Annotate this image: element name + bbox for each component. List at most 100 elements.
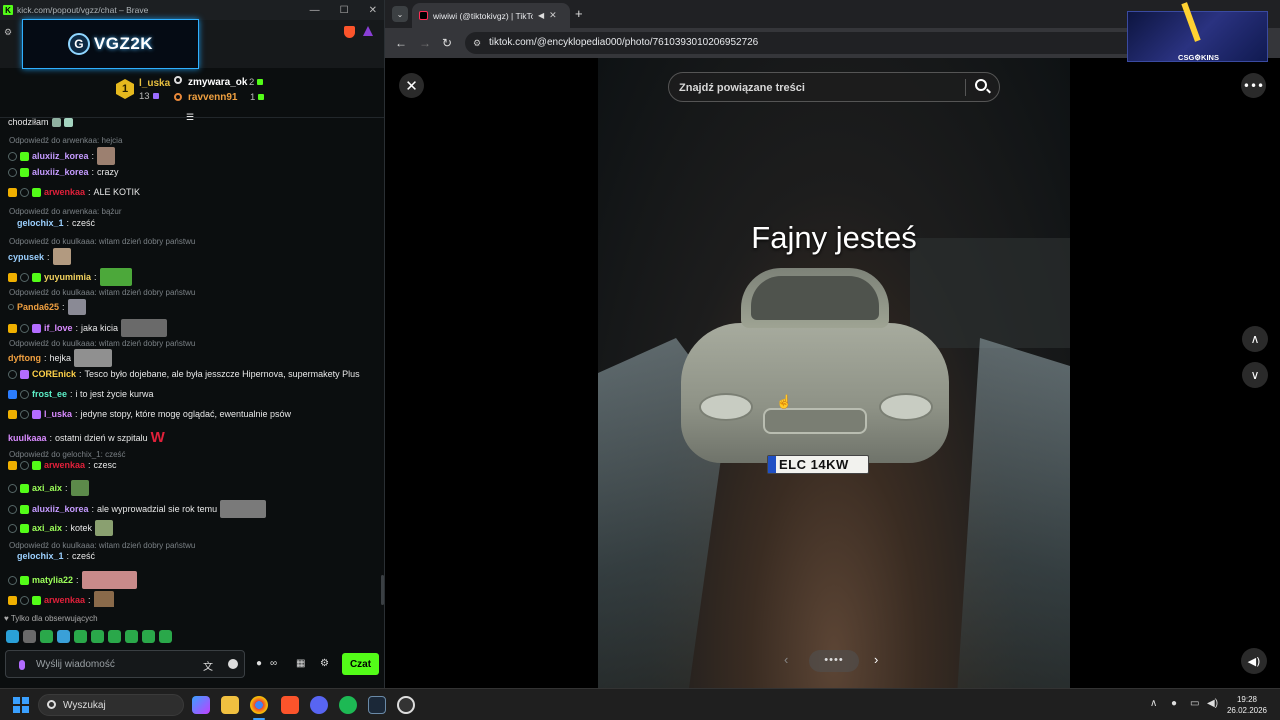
back-icon[interactable]: ← (395, 36, 407, 50)
minimize-icon[interactable]: — (310, 5, 320, 16)
emote-button[interactable] (6, 630, 19, 643)
photo-slide[interactable]: ELC 14KW Fajny jesteś ☝ ‹ •••• › (598, 58, 1070, 688)
username[interactable]: matylia22 (32, 575, 73, 585)
next-slide-icon[interactable]: › (874, 652, 878, 667)
leaderboard-first-name[interactable]: l_uska (139, 78, 170, 89)
brave-icon[interactable] (281, 696, 299, 714)
system-clock[interactable]: 19:28 26.02.2026 (1222, 694, 1272, 716)
username[interactable]: frost_ee (32, 389, 67, 399)
site-settings-icon[interactable]: ⚙ (4, 27, 12, 38)
emote-button[interactable] (74, 630, 87, 643)
copilot-icon[interactable] (192, 696, 210, 714)
taskbar-search[interactable]: Wyszukaj (38, 694, 184, 716)
close-icon[interactable]: ✕ (369, 5, 377, 16)
discord-icon[interactable] (310, 696, 328, 714)
audio-playing-icon[interactable]: ◀ (538, 11, 544, 20)
brave-rewards-icon[interactable] (363, 26, 373, 36)
username[interactable]: arwenkaa (44, 187, 85, 197)
crown-badge-icon (8, 272, 17, 282)
site-info-icon[interactable]: ⚙ (473, 38, 481, 49)
rank-badge: 1 (116, 79, 134, 99)
emote-button[interactable] (159, 630, 172, 643)
chat-message: gelochix_1: cześć (17, 551, 96, 561)
emote-button[interactable] (57, 630, 70, 643)
volume-button[interactable]: ◀) (1241, 648, 1267, 674)
brave-shield-icon[interactable] (344, 26, 355, 38)
emote (81, 571, 137, 589)
username[interactable]: aluxiiz_korea (32, 151, 89, 161)
emote-button[interactable] (125, 630, 138, 643)
username[interactable]: arwenkaa (44, 595, 85, 605)
previous-slide-icon[interactable]: ‹ (784, 652, 788, 667)
volume-tray-icon[interactable]: ◀) (1207, 698, 1218, 709)
microphone-tray-icon[interactable]: ● (1171, 698, 1177, 709)
chat-message: yuyumimia: (8, 268, 132, 286)
username[interactable]: dyftong (8, 353, 41, 363)
username[interactable]: yuyumimia (44, 272, 91, 282)
infinity-icon[interactable]: ∞ (270, 658, 277, 669)
spotify-icon[interactable] (339, 696, 357, 714)
emote-button[interactable] (142, 630, 155, 643)
omnibox[interactable]: ⚙ tiktok.com/@encyklopedia000/photo/7610… (465, 32, 1205, 54)
crown-badge-icon (8, 187, 17, 197)
obs-icon[interactable] (397, 696, 415, 714)
emote-button[interactable] (108, 630, 121, 643)
windows-start-icon[interactable] (13, 697, 29, 713)
store-icon[interactable]: ▦ (296, 658, 305, 669)
crown-badge-icon (8, 409, 17, 419)
username[interactable]: if_love (44, 323, 73, 333)
emoji-picker-icon[interactable] (228, 659, 238, 669)
user-badge-icon (20, 272, 29, 282)
new-tab-icon[interactable]: + (575, 6, 583, 21)
user-badge-icon (8, 304, 14, 310)
leaderboard-third-name[interactable]: ravvenn91 (188, 92, 237, 103)
related-search-input[interactable] (679, 79, 959, 96)
username[interactable]: Panda625 (17, 302, 59, 312)
username[interactable]: arwenkaa (44, 460, 85, 470)
close-viewer-button[interactable]: ✕ (399, 73, 424, 98)
chat-scrollbar[interactable] (381, 575, 384, 605)
url-text[interactable]: tiktok.com/@encyklopedia000/photo/761039… (489, 37, 758, 48)
steam-icon[interactable] (368, 696, 386, 714)
chrome-icon[interactable] (250, 696, 268, 714)
next-post-button[interactable]: ∨ (1242, 362, 1268, 388)
emote-button[interactable] (23, 630, 36, 643)
username[interactable]: axi_aix (32, 523, 62, 533)
file-explorer-icon[interactable] (221, 696, 239, 714)
translate-icon[interactable]: 文 (203, 658, 213, 673)
network-icon[interactable]: ▭ (1190, 698, 1199, 709)
previous-post-button[interactable]: ∧ (1242, 326, 1268, 352)
channel-points-icon[interactable]: ● (256, 658, 262, 669)
tab-tiktok[interactable]: wiwiwi (@tiktokivgz) | TikTok ◀ ✕ (412, 3, 570, 28)
username[interactable]: l_uska (44, 409, 72, 419)
maximize-icon[interactable]: ☐ (340, 5, 349, 16)
username[interactable]: axi_aix (32, 483, 62, 493)
emote-button[interactable] (91, 630, 104, 643)
more-options-button[interactable]: ••• (1241, 73, 1266, 98)
username[interactable]: gelochix_1 (17, 218, 64, 228)
followers-only-notice: ♥ Tylko dla obserwujących (4, 614, 98, 623)
leaderboard-second-name[interactable]: zmywara_ok (188, 77, 247, 88)
reload-icon[interactable]: ↻ (442, 36, 452, 50)
message-text: ALE KOTIK (93, 187, 141, 197)
tab-search-icon[interactable]: ⌄ (392, 6, 408, 22)
username[interactable]: cypusek (8, 252, 44, 262)
send-chat-button[interactable]: Czat (342, 653, 379, 675)
forward-icon[interactable]: → (419, 36, 431, 50)
tab-close-icon[interactable]: ✕ (549, 10, 557, 21)
carousel-controls: ‹ •••• › (784, 650, 884, 672)
car-image: ELC 14KW (681, 268, 949, 478)
emote-button[interactable] (40, 630, 53, 643)
channel-logo-icon: G (67, 33, 90, 55)
settings-gear-icon[interactable]: ⚙ (320, 658, 329, 669)
username[interactable]: aluxiiz_korea (32, 504, 89, 514)
microphone-icon[interactable] (19, 660, 25, 670)
tray-overflow-icon[interactable]: ∧ (1150, 698, 1157, 709)
chat-message-input[interactable] (36, 656, 196, 673)
username[interactable]: gelochix_1 (17, 551, 64, 561)
chat-message: l_uska: jedyne stopy, które mogę oglądać… (8, 409, 291, 419)
search-icon[interactable] (975, 79, 987, 91)
username[interactable]: aluxiiz_korea (32, 167, 89, 177)
username[interactable]: COREnick (32, 369, 76, 379)
username[interactable]: kuulkaaa (8, 433, 47, 443)
